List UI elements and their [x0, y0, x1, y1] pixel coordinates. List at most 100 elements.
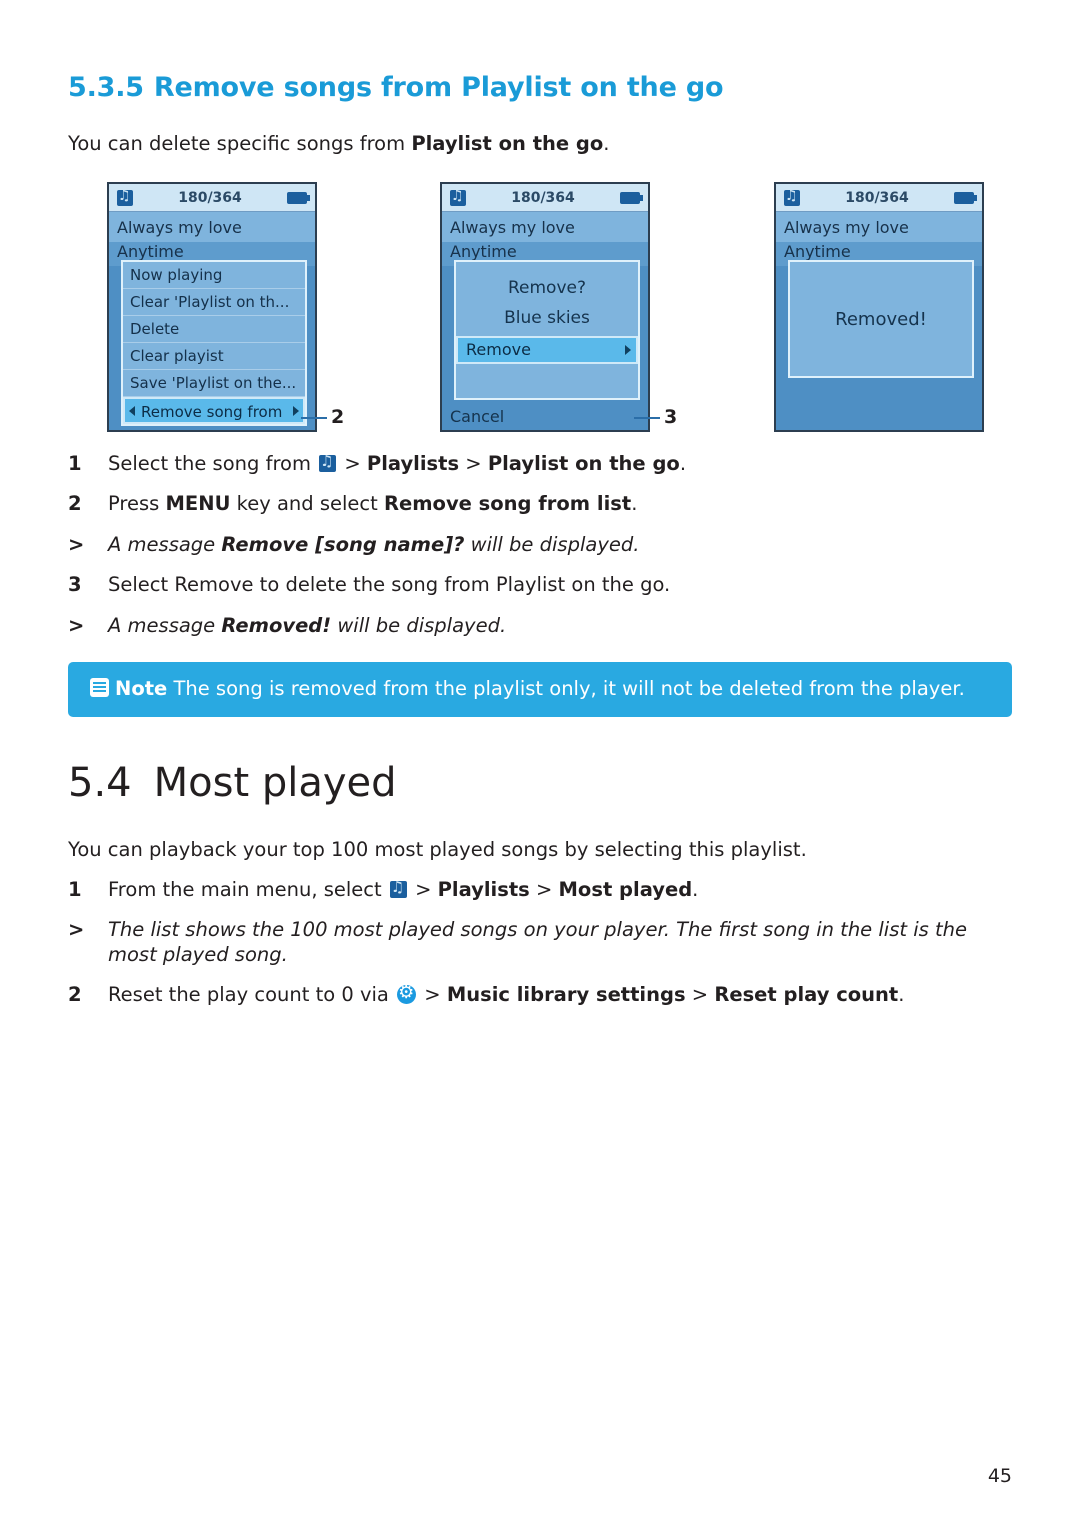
step-text: >	[529, 878, 559, 901]
step-body: A message Removed! will be displayed.	[108, 614, 1012, 638]
step-text: will be displayed.	[464, 532, 640, 556]
page-number: 45	[987, 1465, 1012, 1487]
step-text: Reset the play count to 0 via	[108, 983, 396, 1007]
intro-text-bold: Playlist on the go	[411, 132, 604, 155]
track-count-1: 180/364	[178, 189, 242, 206]
callout-number: 2	[331, 406, 345, 428]
step-text: .	[679, 452, 687, 475]
step-bold-text: Most played	[558, 878, 693, 901]
step-text: >	[408, 878, 438, 901]
callout-leader-line	[634, 417, 660, 419]
step-body: Press MENU key and select Remove song fr…	[108, 492, 1012, 516]
step-bold-text: Removed!	[221, 613, 332, 637]
menu-item-clear-playlist-on-the-go[interactable]: Clear 'Playlist on th...	[123, 289, 305, 316]
note-label: Note	[115, 677, 168, 700]
callout-3: 3	[634, 406, 678, 428]
step-text: >	[685, 983, 715, 1007]
menu-item-clear-playist[interactable]: Clear playist	[123, 343, 305, 370]
now-playing-title-2: Always my love	[442, 212, 648, 242]
menu-item-delete[interactable]: Delete	[123, 316, 305, 343]
section-big-title: Most played	[153, 760, 397, 806]
dialog-song-name: Blue skies	[504, 308, 590, 328]
menu-item-save-playlist-on-the-go[interactable]: Save 'Playlist on the...	[123, 370, 305, 397]
step-item: 1 Select the song from > Playlists > Play…	[68, 452, 1012, 476]
track-count-2: 180/364	[511, 189, 575, 206]
step-body: Select the song from > Playlists > Playl…	[108, 452, 1012, 476]
step-bold-text: Playlists	[366, 452, 460, 475]
step-text: A message	[108, 532, 222, 556]
step-item: 3 Select Remove to delete the song from P…	[68, 573, 1012, 597]
now-playing-title-3: Always my love	[776, 212, 982, 242]
step-marker: 1	[68, 452, 82, 475]
dialog-cancel-button[interactable]: Cancel	[450, 407, 504, 426]
step-text: The list shows the 100 most played songs…	[108, 918, 967, 966]
step-text: Select Remove to delete the song from Pl…	[108, 573, 671, 597]
device-screens-row: 180/364 Always my love Anytime Now playi…	[107, 182, 1007, 442]
section-big-number: 5.4	[68, 760, 132, 806]
step-text: will be displayed.	[331, 613, 507, 637]
device-screen-2: 180/364 Always my love Anytime Remove? B…	[440, 182, 677, 432]
step-item: 2 Press MENU key and select Remove song f…	[68, 492, 1012, 516]
dialog-remove-label: Remove	[466, 340, 531, 359]
step-text: .	[692, 878, 699, 901]
intro-text-before: You can delete specific songs from	[68, 132, 412, 155]
dialog-remove-button[interactable]: Remove	[456, 336, 638, 364]
step-text: >	[418, 983, 447, 1007]
step-text: .	[631, 492, 638, 516]
step-marker: 3	[68, 573, 82, 597]
context-menu-1[interactable]: Now playing Clear 'Playlist on th... Del…	[121, 260, 307, 426]
step-body: The list shows the 100 most played songs…	[108, 918, 1012, 967]
menu-item-label: Remove song from	[141, 403, 283, 421]
step-body: A message Remove [song name]? will be di…	[108, 533, 1012, 557]
section-heading-5-4: 5.4 Most played	[68, 760, 397, 806]
step-bold-text: Remove [song name]?	[221, 532, 465, 556]
device-screen-1: 180/364 Always my love Anytime Now playi…	[107, 182, 344, 432]
step-bold-text: Playlists	[437, 878, 530, 901]
step-marker: 2	[68, 492, 82, 516]
step-bold-text: Music library settings	[446, 983, 686, 1007]
section-number: 5.3.5	[68, 72, 144, 103]
step-item: > The list shows the 100 most played song…	[68, 918, 1012, 967]
callout-number: 3	[664, 406, 678, 428]
step-marker: >	[68, 918, 85, 942]
removed-message-dialog: Removed!	[788, 260, 974, 378]
step-text: Select the song from	[108, 452, 318, 475]
steps-list-1: 1 Select the song from > Playlists > Play…	[68, 452, 1012, 654]
music-note-icon	[389, 878, 407, 898]
step-body: From the main menu, select > Playlists >…	[108, 878, 1012, 902]
step-item: > A message Remove [song name]? will be d…	[68, 533, 1012, 557]
step-text: A message	[108, 613, 222, 637]
step-bold-text: Reset play count	[714, 983, 899, 1007]
menu-item-now-playing[interactable]: Now playing	[123, 262, 305, 289]
step-marker: 1	[68, 878, 82, 901]
step-item: > A message Removed! will be displayed.	[68, 614, 1012, 638]
removed-message-text: Removed!	[835, 308, 927, 330]
callout-2: 2	[301, 406, 345, 428]
step-marker: >	[68, 532, 85, 556]
music-note-icon	[117, 188, 133, 206]
step-text: >	[459, 452, 488, 475]
note-callout: Note The song is removed from the playli…	[68, 662, 1012, 718]
status-bar-1: 180/364	[109, 184, 315, 212]
music-note-icon	[784, 188, 800, 206]
step-bold-text: MENU	[165, 492, 231, 516]
battery-icon	[287, 191, 310, 204]
paragraph-most-played: You can playback your top 100 most playe…	[68, 838, 807, 861]
now-playing-title-1: Always my love	[109, 212, 315, 242]
gear-icon	[397, 982, 417, 1005]
status-bar-3: 180/364	[776, 184, 982, 212]
step-body: Select Remove to delete the song from Pl…	[108, 573, 1012, 597]
battery-icon	[954, 191, 977, 204]
chevron-right-icon	[625, 345, 631, 355]
document-page: 5.3.5 Remove songs from Playlist on the g…	[0, 0, 1080, 1527]
step-bold-text: Playlist on the go	[487, 452, 680, 475]
step-text: From the main menu, select	[108, 878, 388, 901]
dialog-question: Remove?	[507, 278, 586, 298]
track-count-3: 180/364	[845, 189, 909, 206]
menu-item-remove-song-from-list[interactable]: Remove song from	[123, 397, 305, 424]
step-text: .	[898, 983, 905, 1007]
intro-paragraph: You can delete specific songs from Playl…	[68, 132, 610, 155]
music-note-icon	[450, 188, 466, 206]
intro-text-after: .	[603, 132, 610, 155]
note-icon	[90, 678, 109, 697]
